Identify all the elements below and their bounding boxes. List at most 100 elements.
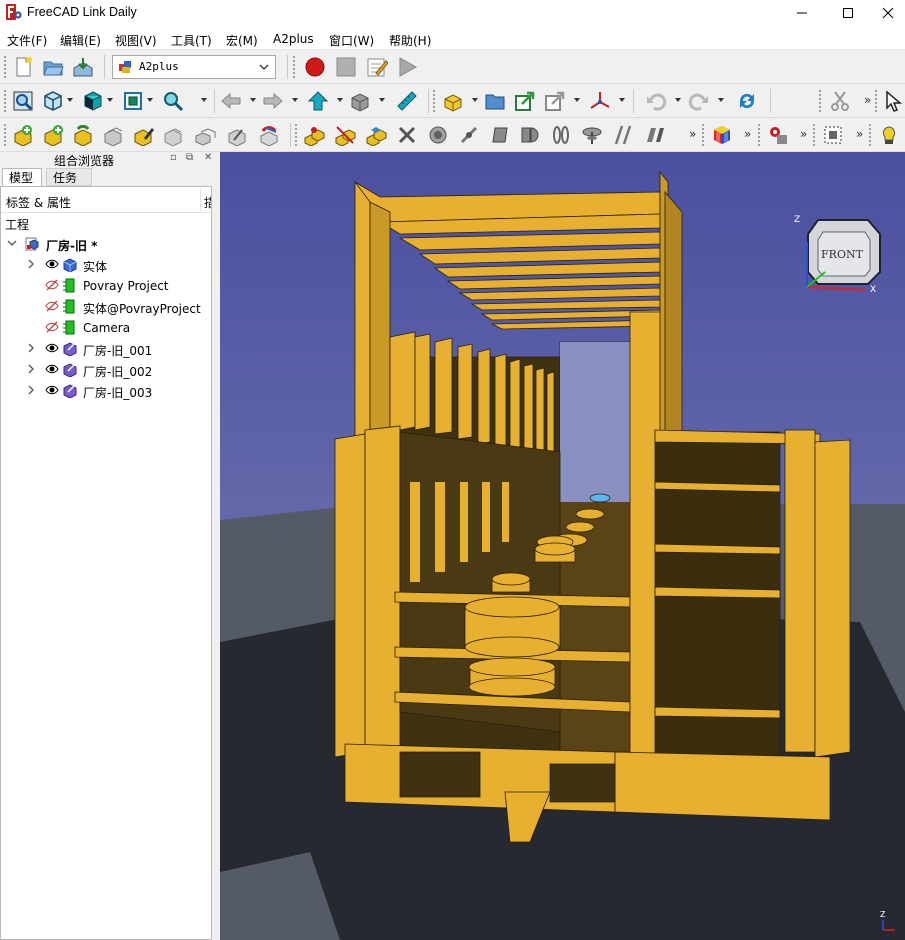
tree-header-label[interactable]: 标签 & 属性: [6, 194, 71, 211]
workbench-up-button[interactable]: [305, 87, 331, 115]
add-part-alt-button[interactable]: [40, 121, 66, 149]
parallel-lines-button[interactable]: [642, 121, 668, 149]
group-button[interactable]: [482, 87, 508, 115]
zoom-button[interactable]: [160, 87, 186, 115]
toolbar-grip[interactable]: [3, 55, 7, 79]
edit-part-button[interactable]: [130, 121, 156, 149]
toolbar-grip[interactable]: [868, 123, 872, 147]
panel-splitter[interactable]: [212, 186, 218, 940]
open-button[interactable]: [40, 53, 66, 81]
toolbar-grip[interactable]: [874, 89, 878, 113]
panel-close-icon[interactable]: ✕: [204, 152, 212, 163]
refresh-button[interactable]: [734, 87, 760, 115]
tree-item[interactable]: Povray Project: [1, 275, 211, 296]
toolbar-grip[interactable]: [432, 89, 436, 113]
panel-float-icon[interactable]: ▫: [170, 152, 177, 163]
eye-hidden-icon[interactable]: [45, 321, 59, 333]
duplicate-part-button[interactable]: [100, 121, 126, 149]
close-button[interactable]: [871, 0, 905, 26]
fit-all-button[interactable]: [10, 87, 36, 115]
bom-button[interactable]: [820, 121, 846, 149]
toolbar-grip[interactable]: [812, 123, 816, 147]
menu-help[interactable]: 帮助(H): [389, 32, 431, 49]
eye-icon[interactable]: [45, 258, 59, 270]
toolbar-grip[interactable]: [818, 89, 822, 113]
menu-macro[interactable]: 宏(M): [226, 32, 258, 49]
tree-item[interactable]: Camera: [1, 317, 211, 338]
select-cursor-button[interactable]: [882, 87, 905, 115]
toolbar-overflow-chevron[interactable]: »: [744, 127, 751, 141]
eye-icon[interactable]: [45, 342, 59, 354]
tree-item[interactable]: 实体@PovrayProject: [1, 296, 211, 317]
angled-planes-button[interactable]: [517, 121, 543, 149]
tree-header-divider[interactable]: [200, 189, 201, 211]
settings-button[interactable]: [765, 121, 791, 149]
chevron-right-icon[interactable]: [27, 385, 35, 395]
solver-button[interactable]: [709, 121, 735, 149]
tree-item[interactable]: 实体: [1, 254, 211, 275]
toolbar-overflow-chevron[interactable]: »: [856, 127, 863, 141]
update-imports-button[interactable]: [70, 121, 96, 149]
part-button[interactable]: [440, 87, 466, 115]
toolbar-grip[interactable]: [292, 55, 296, 79]
save-button[interactable]: [70, 53, 96, 81]
tab-task[interactable]: 任务: [46, 168, 92, 186]
toolbar-overflow-chevron[interactable]: »: [689, 127, 696, 141]
forward-dropdown[interactable]: [292, 98, 298, 102]
record-macro-button[interactable]: [302, 53, 328, 81]
menu-view[interactable]: 视图(V): [115, 32, 157, 49]
zoom-dropdown[interactable]: [201, 98, 207, 102]
tree-header-description[interactable]: 描: [204, 194, 211, 211]
undo-dropdown[interactable]: [675, 98, 681, 102]
tab-model[interactable]: 模型: [2, 168, 42, 186]
model-tree[interactable]: 标签 & 属性 描 工程 厂房-旧 * 实体 Povray Project 实体…: [0, 186, 212, 940]
new-document-button[interactable]: [10, 53, 36, 81]
axis-cross-button[interactable]: [587, 87, 613, 115]
toolbar-overflow-chevron[interactable]: »: [864, 93, 871, 107]
chevron-right-icon[interactable]: [27, 259, 35, 269]
toolbar-overflow-chevron[interactable]: »: [800, 127, 807, 141]
redo-button[interactable]: [686, 87, 712, 115]
menu-tools[interactable]: 工具(T): [171, 32, 212, 49]
convert-part-button[interactable]: [224, 121, 250, 149]
3d-viewport[interactable]: FRONT Z X Z: [220, 152, 905, 940]
restore-button[interactable]: [256, 121, 282, 149]
draw-style-button[interactable]: [40, 87, 66, 115]
chevron-right-icon[interactable]: [27, 343, 35, 353]
panel-undock-icon[interactable]: ⧉: [186, 152, 193, 163]
minimize-button[interactable]: [779, 0, 825, 26]
toolbar-grip[interactable]: [701, 123, 705, 147]
point-on-line-button[interactable]: [332, 121, 358, 149]
part-dropdown[interactable]: [472, 98, 478, 102]
circular-edge-button[interactable]: [425, 121, 451, 149]
execute-macro-button[interactable]: [394, 53, 420, 81]
back-dropdown[interactable]: [250, 98, 256, 102]
workbench-up-dropdown[interactable]: [337, 98, 343, 102]
plane-coincident-button[interactable]: [487, 121, 513, 149]
eye-hidden-icon[interactable]: [45, 279, 59, 291]
link-button[interactable]: [512, 87, 538, 115]
tree-item[interactable]: 厂房-旧_001: [1, 338, 211, 359]
menu-a2plus[interactable]: A2plus: [273, 32, 314, 46]
menu-file[interactable]: 文件(F): [7, 32, 47, 49]
tree-item[interactable]: 厂房-旧_002: [1, 359, 211, 380]
eye-icon[interactable]: [45, 363, 59, 375]
std-box-button[interactable]: [347, 87, 373, 115]
point-identity-button[interactable]: [301, 121, 327, 149]
cut-button[interactable]: [827, 87, 853, 115]
link-actions-button[interactable]: [542, 87, 568, 115]
link-actions-dropdown[interactable]: [574, 98, 580, 102]
tree-root-item[interactable]: 厂房-旧 *: [1, 233, 211, 254]
axis-parallel-button[interactable]: [548, 121, 574, 149]
point-on-plane-button[interactable]: [363, 121, 389, 149]
chevron-right-icon[interactable]: [27, 364, 35, 374]
eye-hidden-icon[interactable]: [45, 300, 59, 312]
plane-parallel-button[interactable]: [610, 121, 636, 149]
toolbar-grip[interactable]: [3, 89, 7, 113]
draw-style-dropdown[interactable]: [67, 98, 73, 102]
measure-button[interactable]: [394, 87, 420, 115]
menu-edit[interactable]: 编辑(E): [60, 32, 101, 49]
add-part-button[interactable]: [10, 121, 36, 149]
back-button[interactable]: [218, 87, 244, 115]
menu-window[interactable]: 窗口(W): [329, 32, 374, 49]
